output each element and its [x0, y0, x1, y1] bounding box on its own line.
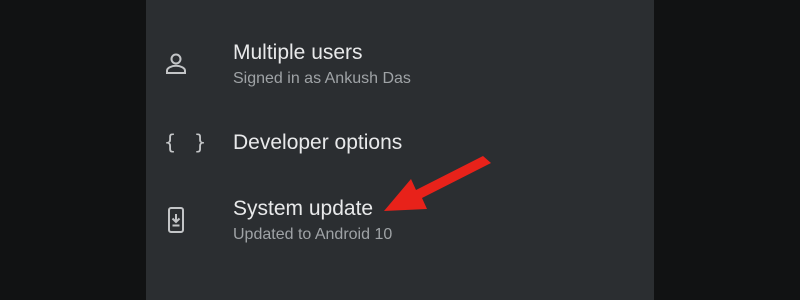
settings-item-system-update[interactable]: System update Updated to Android 10	[146, 190, 654, 252]
settings-item-title: System update	[233, 197, 374, 220]
settings-item-multiple-users[interactable]: Multiple users Signed in as Ankush Das	[146, 34, 654, 96]
settings-screen: Multiple users Signed in as Ankush Das {…	[146, 0, 654, 300]
screenshot-frame: Multiple users Signed in as Ankush Das {…	[0, 0, 800, 300]
settings-item-title: Multiple users	[233, 41, 363, 64]
settings-item-title: Developer options	[233, 131, 403, 154]
braces-icon: { }	[164, 130, 210, 154]
system-update-icon	[162, 206, 190, 234]
settings-item-developer-options[interactable]: { } Developer options	[146, 122, 654, 166]
settings-item-subtitle: Updated to Android 10	[233, 226, 393, 243]
person-icon	[162, 50, 190, 78]
settings-item-subtitle: Signed in as Ankush Das	[233, 70, 411, 87]
